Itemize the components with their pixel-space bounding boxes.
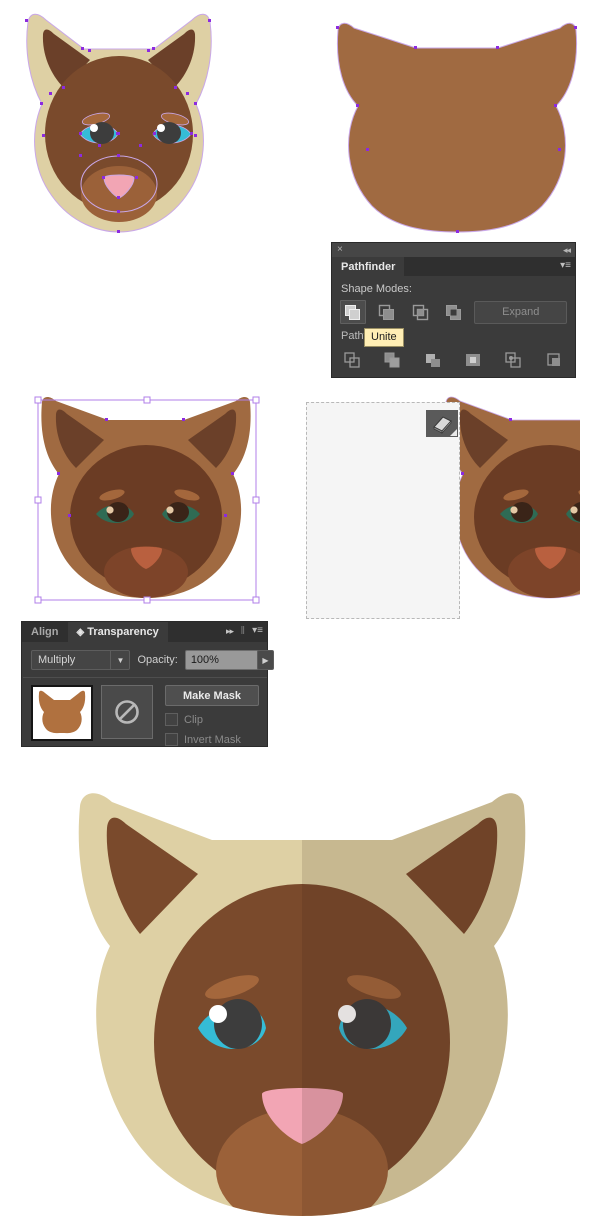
expand-button[interactable]: Expand <box>474 301 567 324</box>
blend-opacity-row: Multiply ▼ Opacity: 100% ▶ <box>31 650 259 670</box>
minus-back-button[interactable] <box>542 348 567 372</box>
exclude-button[interactable] <box>441 300 467 324</box>
cat-final-group <box>62 782 540 1218</box>
transparency-body: Multiply ▼ Opacity: 100% ▶ <box>22 642 267 754</box>
opacity-label: Opacity: <box>137 654 177 666</box>
panel-separator: ‖ <box>240 625 245 637</box>
trim-button[interactable] <box>380 348 405 372</box>
invert-mask-label: Invert Mask <box>184 734 241 746</box>
mask-controls: Make Mask Clip Invert Mask <box>165 685 259 746</box>
divide-button[interactable] <box>340 348 365 372</box>
opacity-stepper-icon[interactable]: ▶ <box>257 650 274 670</box>
clip-row[interactable]: Clip <box>165 713 259 726</box>
cat-selected-svg <box>24 392 274 610</box>
collapse-icon[interactable]: ◂◂ <box>563 244 570 256</box>
outline-icon <box>505 352 522 369</box>
transparency-tab-label: Transparency <box>87 626 159 638</box>
cat-final-svg <box>62 782 540 1218</box>
trim-icon <box>384 352 401 369</box>
unite-tooltip: Unite <box>364 328 404 347</box>
cat-silhouette-svg <box>330 8 580 233</box>
pathfinder-body: Shape Modes: <box>332 276 575 380</box>
transparency-tabrow: Align ◈ Transparency ▸▸ ‖ ▾≡ <box>22 622 267 642</box>
clip-checkbox[interactable] <box>165 713 178 726</box>
divide-icon <box>344 352 361 369</box>
transparency-panel[interactable]: Align ◈ Transparency ▸▸ ‖ ▾≡ Multiply ▼ … <box>22 622 267 746</box>
pathfinder-tabrow: Pathfinder ▾≡ <box>332 257 575 276</box>
mask-row: Make Mask Clip Invert Mask <box>31 685 259 746</box>
invert-mask-checkbox[interactable] <box>165 733 178 746</box>
artwork-cat-paths <box>8 4 230 234</box>
artwork-cat-eraser <box>300 392 580 627</box>
opacity-value: 100% <box>191 654 219 666</box>
blend-mode-value: Multiply <box>38 654 75 666</box>
cat-paths-svg <box>8 4 230 234</box>
object-thumbnail[interactable] <box>31 685 93 741</box>
mask-thumbnail-empty[interactable] <box>101 685 153 739</box>
tab-pathfinder[interactable]: Pathfinder <box>332 257 404 276</box>
close-icon[interactable]: × <box>337 244 343 256</box>
unite-button[interactable] <box>340 300 366 324</box>
panel-divider <box>23 677 267 678</box>
cat-thumbnail-icon <box>33 687 91 735</box>
no-mask-icon <box>114 699 140 725</box>
shape-modes-label: Shape Modes: <box>341 283 567 295</box>
expand-panel-icon[interactable]: ▸▸ <box>226 626 233 637</box>
intersect-icon <box>412 304 429 321</box>
merge-icon <box>425 352 442 369</box>
artwork-cat-final <box>62 782 540 1218</box>
blend-mode-select[interactable]: Multiply ▼ <box>31 650 130 670</box>
pathfinder-panel[interactable]: × ◂◂ Pathfinder ▾≡ Shape Modes: <box>332 243 575 377</box>
clip-label: Clip <box>184 714 203 726</box>
tool-corner-indicator <box>450 429 457 436</box>
panel-menu-icon[interactable]: ▾≡ <box>560 260 571 272</box>
eraser-tool-cursor[interactable] <box>426 410 458 437</box>
tab-align[interactable]: Align <box>22 622 68 642</box>
make-mask-button[interactable]: Make Mask <box>165 685 259 706</box>
invert-mask-row[interactable]: Invert Mask <box>165 733 259 746</box>
intersect-button[interactable] <box>407 300 433 324</box>
unite-icon <box>344 304 361 321</box>
tab-transparency[interactable]: ◈ Transparency <box>68 622 168 642</box>
multiply-shadow-overlay <box>302 782 540 1218</box>
pathfinders-row <box>340 348 567 372</box>
crop-icon <box>465 352 482 369</box>
exclude-icon <box>445 304 462 321</box>
opacity-input[interactable]: 100% ▶ <box>185 650 259 670</box>
pathfinder-titlebar: × ◂◂ <box>332 243 575 257</box>
outline-button[interactable] <box>501 348 526 372</box>
crop-button[interactable] <box>461 348 486 372</box>
shape-modes-row: Expand <box>340 300 567 324</box>
panel-menu-icon[interactable]: ▾≡ <box>252 625 263 637</box>
artwork-cat-united-silhouette <box>330 8 580 233</box>
merge-button[interactable] <box>421 348 446 372</box>
artwork-cat-selected <box>24 392 274 610</box>
minus-front-button[interactable] <box>374 300 400 324</box>
transparency-tab-glyph: ◈ <box>77 627 85 638</box>
minus-front-icon <box>378 304 395 321</box>
chevron-down-icon[interactable]: ▼ <box>110 651 129 669</box>
minus-back-icon <box>546 352 563 369</box>
